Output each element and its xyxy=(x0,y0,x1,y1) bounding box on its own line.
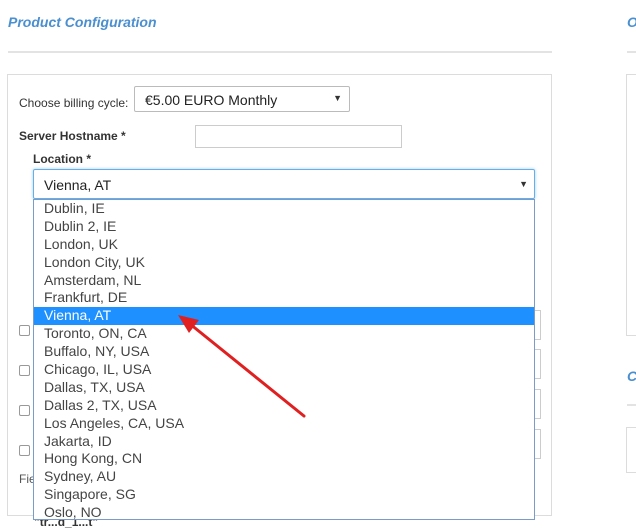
location-option[interactable]: Amsterdam, NL xyxy=(34,272,534,290)
chevron-down-icon: ▼ xyxy=(333,93,342,103)
server-hostname-label: Server Hostname * xyxy=(19,129,126,143)
addon-checkbox[interactable] xyxy=(19,365,30,376)
location-option[interactable]: Hong Kong, CN xyxy=(34,450,534,468)
location-value: Vienna, AT xyxy=(44,177,112,193)
location-option[interactable]: Frankfurt, DE xyxy=(34,289,534,307)
section-divider xyxy=(8,51,552,53)
location-option[interactable]: Toronto, ON, CA xyxy=(34,325,534,343)
right-panel xyxy=(626,74,636,336)
right-section-title: O xyxy=(627,14,636,30)
location-option[interactable]: Sydney, AU xyxy=(34,468,534,486)
billing-cycle-value: €5.00 EURO Monthly xyxy=(145,92,278,108)
location-option[interactable]: Oslo, NO xyxy=(34,504,534,519)
location-option[interactable]: Jakarta, ID xyxy=(34,433,534,451)
chevron-down-icon: ▼ xyxy=(519,179,528,189)
location-label: Location * xyxy=(33,152,92,166)
right-section-divider xyxy=(627,51,636,53)
location-option[interactable]: Dublin, IE xyxy=(34,200,534,218)
location-option[interactable]: Dublin 2, IE xyxy=(34,218,534,236)
addon-checkbox[interactable] xyxy=(19,405,30,416)
location-option[interactable]: Vienna, AT xyxy=(34,307,534,326)
location-option[interactable]: Dallas, TX, USA xyxy=(34,379,534,397)
location-option[interactable]: Los Angeles, CA, USA xyxy=(34,415,534,433)
right-section-divider-2 xyxy=(627,404,636,406)
location-dropdown-list[interactable]: Dublin, IE Dublin 2, IE London, UK London C… xyxy=(33,199,535,520)
right-section-title-2: C xyxy=(627,368,636,384)
server-hostname-input[interactable] xyxy=(195,125,402,148)
location-option[interactable]: London City, UK xyxy=(34,254,534,272)
section-title: Product Configuration xyxy=(8,14,157,30)
billing-cycle-select[interactable]: €5.00 EURO Monthly ▼ xyxy=(134,86,350,112)
location-option[interactable]: Chicago, IL, USA xyxy=(34,361,534,379)
location-option[interactable]: London, UK xyxy=(34,236,534,254)
addon-checkbox[interactable] xyxy=(19,325,30,336)
right-panel-2 xyxy=(626,427,636,473)
location-select[interactable]: Vienna, AT ▼ xyxy=(33,169,535,199)
addon-checkbox[interactable] xyxy=(19,445,30,456)
location-option[interactable]: Dallas 2, TX, USA xyxy=(34,397,534,415)
location-option[interactable]: Singapore, SG xyxy=(34,486,534,504)
location-option[interactable]: Buffalo, NY, USA xyxy=(34,343,534,361)
billing-cycle-label: Choose billing cycle: xyxy=(19,96,129,110)
